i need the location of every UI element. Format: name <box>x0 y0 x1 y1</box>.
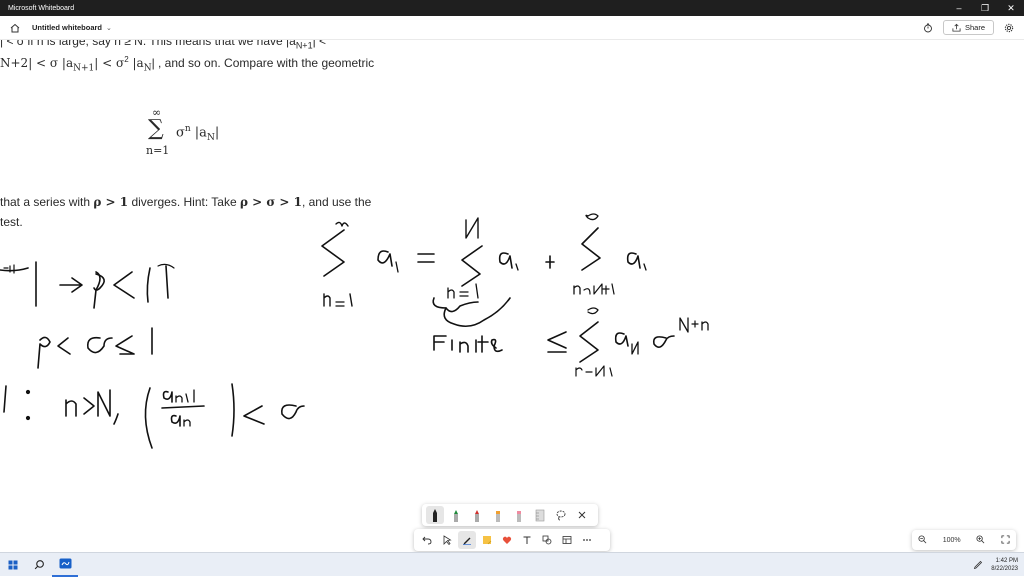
select-icon[interactable] <box>438 531 456 549</box>
orange-highlighter-icon[interactable] <box>489 506 507 524</box>
minimize-button[interactable]: – <box>946 0 972 16</box>
more-icon[interactable] <box>578 531 596 549</box>
clock-time: 1:42 PM <box>995 557 1018 564</box>
close-window-button[interactable]: ✕ <box>998 0 1024 16</box>
document-name[interactable]: Untitled whiteboard <box>32 23 102 32</box>
template-icon[interactable] <box>558 531 576 549</box>
black-pen-icon[interactable] <box>426 506 444 524</box>
red-pen-icon[interactable] <box>468 506 486 524</box>
restore-button[interactable]: ❐ <box>972 0 998 16</box>
note-icon[interactable] <box>478 531 496 549</box>
clock-date: 8/22/2023 <box>991 565 1018 572</box>
home-icon[interactable] <box>4 23 26 33</box>
clock[interactable]: 1:42 PM 8/22/2023 <box>991 557 1018 573</box>
fit-to-screen-icon[interactable] <box>1001 534 1010 546</box>
zoom-out-icon[interactable] <box>918 534 927 546</box>
settings-gear-icon[interactable] <box>1000 19 1018 37</box>
pen-icon[interactable] <box>458 531 476 549</box>
reaction-icon[interactable] <box>498 531 516 549</box>
undo-icon[interactable] <box>418 531 436 549</box>
search-icon[interactable] <box>26 553 52 577</box>
pen-toolbar <box>422 504 598 526</box>
pen-menu-icon[interactable] <box>973 556 983 574</box>
share-label: Share <box>964 23 985 32</box>
zoom-level[interactable]: 100% <box>943 537 961 544</box>
handwritten-ink[interactable] <box>0 40 1024 552</box>
shapes-icon[interactable] <box>538 531 556 549</box>
whiteboard-app-icon[interactable] <box>52 553 78 577</box>
system-tray: 1:42 PM 8/22/2023 <box>973 556 1024 574</box>
title-bar: Microsoft Whiteboard – ❐ ✕ <box>0 0 1024 16</box>
whiteboard-canvas[interactable]: | < σ if n is large, say n ≥ N. This mea… <box>0 40 1024 552</box>
window-title: Microsoft Whiteboard <box>8 4 75 12</box>
lasso-icon[interactable] <box>552 506 570 524</box>
chevron-down-icon[interactable]: ⌄ <box>106 24 112 32</box>
zoom-in-icon[interactable] <box>976 534 985 546</box>
windows-start-icon[interactable] <box>0 553 26 577</box>
ruler-icon[interactable] <box>531 506 549 524</box>
pink-highlighter-icon[interactable] <box>510 506 528 524</box>
text-icon[interactable] <box>518 531 536 549</box>
timer-icon[interactable] <box>919 19 937 37</box>
share-icon <box>952 23 961 32</box>
green-pen-icon[interactable] <box>447 506 465 524</box>
share-button[interactable]: Share <box>942 20 994 35</box>
app-bar: Untitled whiteboard ⌄ Share <box>0 16 1024 40</box>
close-icon[interactable] <box>573 506 591 524</box>
action-toolbar <box>414 529 610 551</box>
zoom-controls: 100% <box>912 530 1016 550</box>
taskbar: 1:42 PM 8/22/2023 <box>0 552 1024 577</box>
